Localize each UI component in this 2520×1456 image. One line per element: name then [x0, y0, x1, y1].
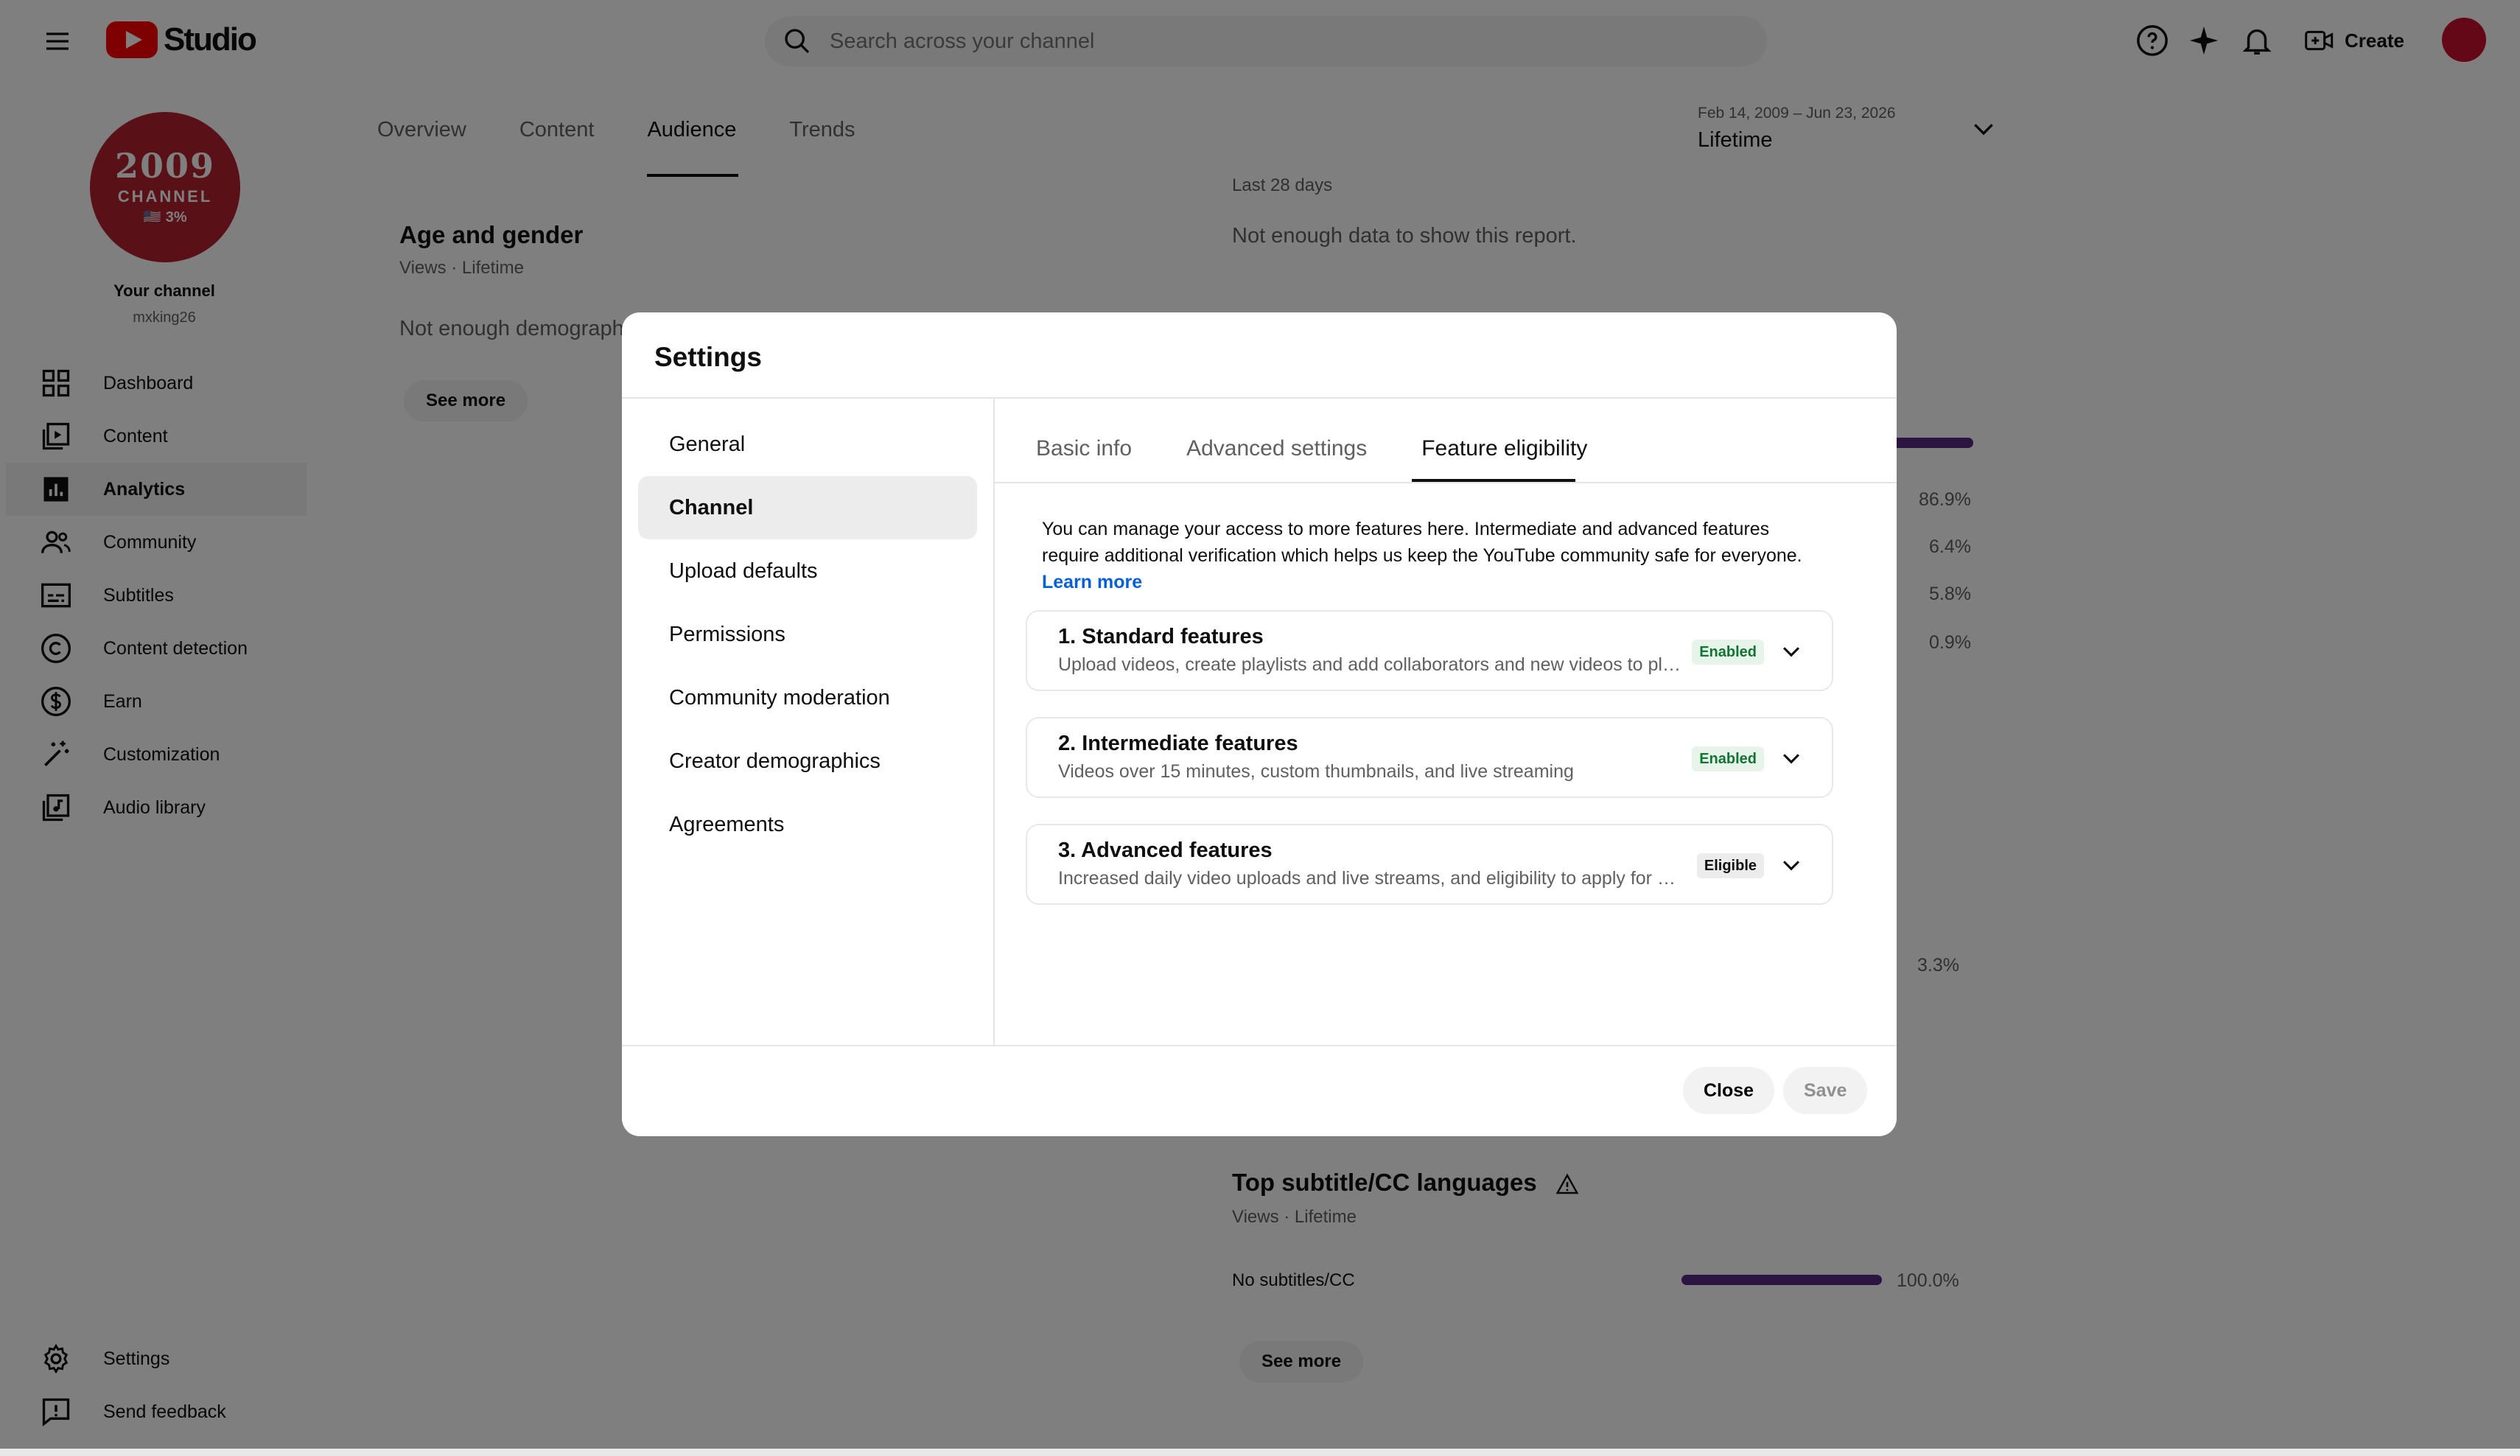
feature-eligibility-description: You can manage your access to more featu…: [1042, 516, 1816, 595]
feature-title: 1. Standard features: [1058, 625, 1264, 648]
status-badge: Eligible: [1696, 853, 1764, 878]
learn-more-link[interactable]: Learn more: [1042, 572, 1142, 592]
feature-title: 2. Intermediate features: [1058, 732, 1298, 755]
feature-title: 3. Advanced features: [1058, 839, 1273, 862]
settings-nav-upload-defaults[interactable]: Upload defaults: [638, 539, 977, 603]
feature-card-advanced[interactable]: 3. Advanced features Increased daily vid…: [1026, 824, 1833, 905]
save-button[interactable]: Save: [1783, 1067, 1868, 1114]
settings-nav-permissions[interactable]: Permissions: [638, 603, 977, 666]
settings-nav-community-moderation[interactable]: Community moderation: [638, 666, 977, 729]
description-text: You can manage your access to more featu…: [1042, 519, 1802, 566]
feature-card-intermediate[interactable]: 2. Intermediate features Videos over 15 …: [1026, 717, 1833, 798]
tabs-divider: [995, 482, 1897, 483]
settings-nav-agreements[interactable]: Agreements: [638, 793, 977, 856]
status-badge: Enabled: [1692, 746, 1764, 771]
bottom-bar: [0, 1449, 2520, 1456]
chevron-down-icon[interactable]: [1779, 853, 1804, 878]
feature-description: Upload videos, create playlists and add …: [1058, 654, 1684, 675]
dialog-divider: [622, 1045, 1897, 1046]
feature-description: Videos over 15 minutes, custom thumbnail…: [1058, 761, 1574, 782]
feature-card-standard[interactable]: 1. Standard features Upload videos, crea…: [1026, 610, 1833, 691]
chevron-down-icon[interactable]: [1779, 746, 1804, 771]
active-tab-underline: [1412, 479, 1575, 482]
close-button[interactable]: Close: [1683, 1067, 1775, 1114]
dialog-title: Settings: [654, 342, 762, 372]
dialog-divider: [622, 397, 1897, 399]
settings-dialog: Settings General Channel Upload defaults…: [622, 312, 1897, 1136]
feature-description: Increased daily video uploads and live s…: [1058, 868, 1684, 889]
settings-nav-creator-demographics[interactable]: Creator demographics: [638, 729, 977, 793]
chevron-down-icon[interactable]: [1779, 640, 1804, 665]
channel-settings-tabs: Basic info Advanced settings Feature eli…: [1036, 436, 1587, 461]
settings-nav: General Channel Upload defaults Permissi…: [638, 413, 977, 856]
tab-feature-eligibility[interactable]: Feature eligibility: [1421, 436, 1587, 461]
status-badge: Enabled: [1692, 640, 1764, 665]
dialog-divider: [993, 398, 995, 1045]
tab-basic-info[interactable]: Basic info: [1036, 436, 1132, 461]
settings-nav-general[interactable]: General: [638, 413, 977, 476]
settings-nav-channel[interactable]: Channel: [638, 476, 977, 539]
tab-advanced-settings[interactable]: Advanced settings: [1186, 436, 1367, 461]
